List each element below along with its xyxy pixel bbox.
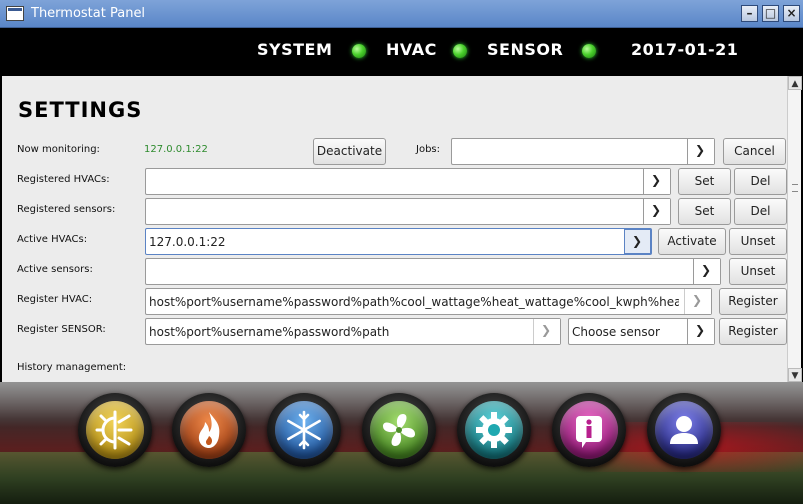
scroll-up-arrow-icon[interactable]: ▲ [788,76,802,90]
maximize-button[interactable]: □ [762,5,779,22]
active-sensors-dropdown-button[interactable]: ❯ [693,259,720,284]
window-app-icon [6,6,24,21]
status-date: 2017-01-21 [631,40,739,59]
register-hvac-button[interactable]: Register [719,288,787,315]
gear-icon [476,412,512,448]
cancel-button[interactable]: Cancel [723,138,786,165]
now-monitoring-value: 127.0.0.1:22 [144,144,208,155]
chevron-down-icon: ❯ [651,203,662,217]
flame-icon [198,412,220,448]
registered-sensors-select[interactable]: ❯ [145,198,671,225]
chevron-down-icon: ❯ [541,323,552,337]
snowflake-icon [287,410,321,450]
auto-mode-button[interactable] [78,393,152,467]
registered-sensors-set-button[interactable]: Set [678,198,731,225]
register-sensor-button[interactable]: Register [719,318,787,345]
registered-sensors-del-button[interactable]: Del [734,198,787,225]
active-sensors-select[interactable]: ❯ [145,258,721,285]
hvac-status-led [453,44,467,58]
activate-button[interactable]: Activate [658,228,726,255]
active-sensors-unset-button[interactable]: Unset [729,258,787,285]
active-hvacs-select[interactable]: 127.0.0.1:22 ❯ [145,228,652,255]
sensor-type-dropdown-button[interactable]: ❯ [687,319,714,344]
deactivate-button[interactable]: Deactivate [313,138,386,165]
registered-hvacs-select[interactable]: ❯ [145,168,671,195]
registered-hvacs-dropdown-button[interactable]: ❯ [643,169,670,194]
register-sensor-dropdown-button[interactable]: ❯ [533,319,560,344]
registered-hvacs-set-button[interactable]: Set [678,168,731,195]
chevron-down-icon: ❯ [695,323,706,337]
scroll-down-arrow-icon[interactable]: ▼ [788,368,802,382]
hvac-status-label: HVAC [386,40,437,59]
info-mode-button[interactable] [552,393,626,467]
system-status-led [352,44,366,58]
minimize-button[interactable]: – [741,5,758,22]
fan-icon [383,414,415,446]
register-hvac-label: Register HVAC: [17,294,93,305]
user-icon [670,416,698,444]
chevron-down-icon: ❯ [632,234,643,248]
registered-sensors-label: Registered sensors: [17,204,116,215]
thermostat-window: Thermostat Panel – □ × SYSTEM HVAC SENSO… [0,0,803,504]
registered-hvacs-del-button[interactable]: Del [734,168,787,195]
settings-mode-button[interactable] [457,393,531,467]
registered-sensors-dropdown-button[interactable]: ❯ [643,199,670,224]
jobs-dropdown-button[interactable]: ❯ [687,139,714,164]
cool-mode-button[interactable] [267,393,341,467]
chevron-down-icon: ❯ [692,293,703,307]
active-hvacs-label: Active HVACs: [17,234,88,245]
scroll-grip[interactable] [792,184,798,192]
register-hvac-dropdown-button[interactable]: ❯ [684,289,711,314]
active-hvacs-dropdown-button[interactable]: ❯ [624,229,651,254]
fan-mode-button[interactable] [362,393,436,467]
jobs-select[interactable]: ❯ [451,138,715,165]
system-status-label: SYSTEM [257,40,333,59]
settings-panel: SETTINGS Now monitoring: 127.0.0.1:22 De… [2,76,787,382]
active-hvacs-value: 127.0.0.1:22 [149,235,226,249]
chevron-down-icon: ❯ [701,263,712,277]
mode-icon-bar [0,382,803,504]
sensor-status-label: SENSOR [487,40,564,59]
user-mode-button[interactable] [647,393,721,467]
registered-hvacs-label: Registered HVACs: [17,174,110,185]
register-sensor-input[interactable]: host%port%username%password%path ❯ [145,318,561,345]
register-hvac-value: host%port%username%password%path%cool_wa… [149,295,679,309]
title-bar: Thermostat Panel – □ × [0,0,803,28]
active-sensors-label: Active sensors: [17,264,93,275]
register-hvac-input[interactable]: host%port%username%password%path%cool_wa… [145,288,712,315]
page-title: SETTINGS [18,98,143,122]
active-hvacs-unset-button[interactable]: Unset [729,228,787,255]
chevron-down-icon: ❯ [695,143,706,157]
close-button[interactable]: × [783,5,800,22]
register-sensor-value: host%port%username%password%path [149,325,390,339]
heat-mode-button[interactable] [172,393,246,467]
register-sensor-label: Register SENSOR: [17,324,106,335]
window-title: Thermostat Panel [31,6,146,21]
status-bar: SYSTEM HVAC SENSOR 2017-01-21 [0,28,803,76]
jobs-label: Jobs: [416,144,440,155]
sensor-status-led [582,44,596,58]
sun-snowflake-icon [95,410,133,450]
sensor-type-value: Choose sensor [572,325,660,339]
info-icon [576,416,602,448]
settings-scrollbar[interactable]: ▲ ▼ [787,76,802,382]
now-monitoring-label: Now monitoring: [17,144,100,155]
history-management-label: History management: [17,362,127,373]
chevron-down-icon: ❯ [651,173,662,187]
sensor-type-select[interactable]: Choose sensor ❯ [568,318,715,345]
